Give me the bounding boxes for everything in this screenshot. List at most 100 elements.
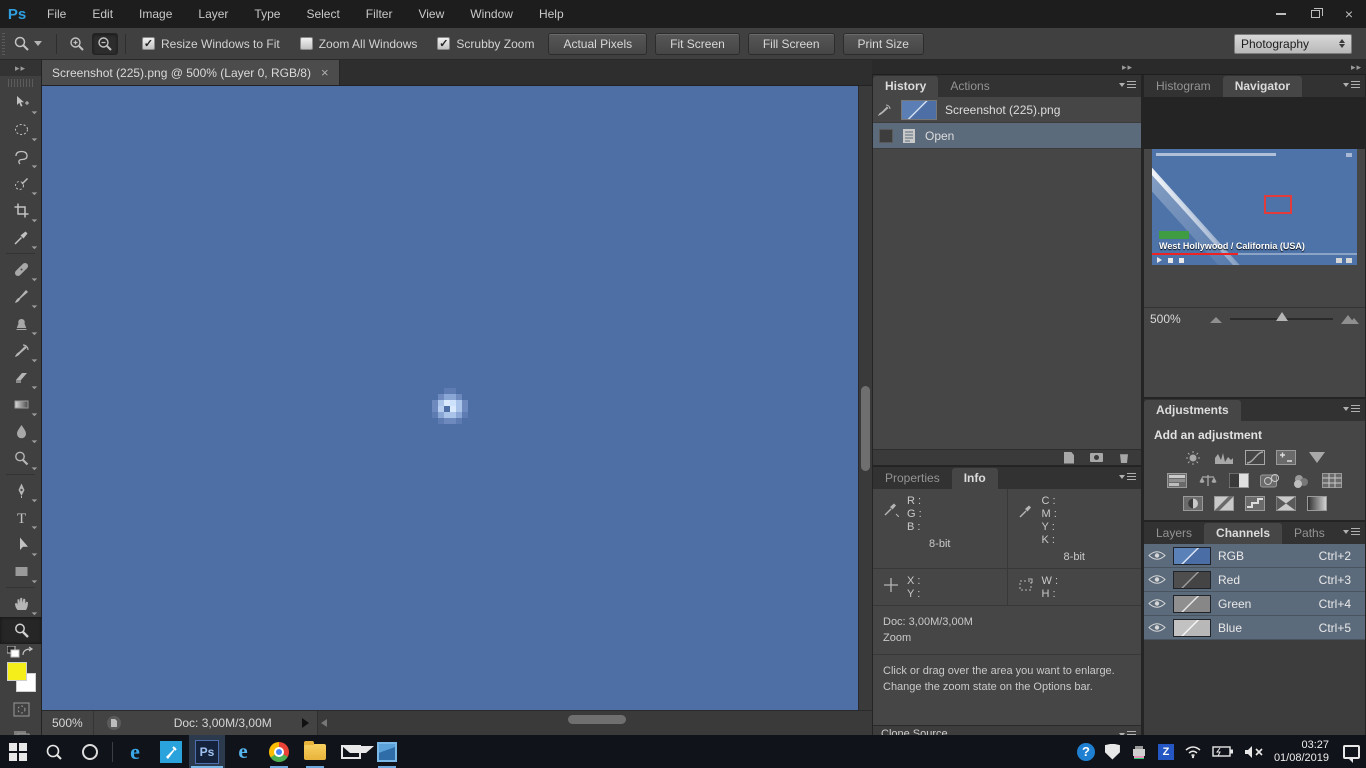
history-open-row[interactable]: Open xyxy=(873,123,1141,149)
navigator-preview[interactable]: West Hollywood / California (USA) xyxy=(1152,149,1357,265)
eraser-tool[interactable] xyxy=(0,364,42,391)
navigator-zoom-field[interactable]: 500% xyxy=(1150,312,1202,326)
blur-tool[interactable] xyxy=(0,418,42,445)
rectangle-tool[interactable] xyxy=(0,558,42,585)
volume-muted-icon[interactable] xyxy=(1244,745,1264,759)
tab-history[interactable]: History xyxy=(873,76,938,97)
invert-icon[interactable] xyxy=(1182,495,1204,512)
taskbar-photos[interactable] xyxy=(369,735,405,768)
channels-panel-menu[interactable] xyxy=(1343,528,1360,535)
tab-paths[interactable]: Paths xyxy=(1282,523,1337,544)
menu-select[interactable]: Select xyxy=(293,0,352,28)
history-panel-menu[interactable] xyxy=(1119,81,1136,88)
zoom-out-button[interactable] xyxy=(92,33,118,55)
menu-layer[interactable]: Layer xyxy=(185,0,241,28)
menu-filter[interactable]: Filter xyxy=(353,0,406,28)
move-tool[interactable] xyxy=(0,89,42,116)
document-tab[interactable]: Screenshot (225).png @ 500% (Layer 0, RG… xyxy=(42,60,340,85)
history-brush-tool[interactable] xyxy=(0,337,42,364)
menu-view[interactable]: View xyxy=(405,0,457,28)
start-button[interactable] xyxy=(0,735,36,768)
scroll-left-arrow[interactable] xyxy=(321,719,327,727)
tab-actions[interactable]: Actions xyxy=(938,76,1001,97)
horizontal-scrollbar[interactable] xyxy=(317,711,872,735)
zonealarm-icon[interactable]: Z xyxy=(1158,744,1174,760)
menu-type[interactable]: Type xyxy=(241,0,293,28)
levels-icon[interactable] xyxy=(1213,449,1235,466)
gradient-map-icon[interactable] xyxy=(1275,495,1297,512)
black-white-icon[interactable] xyxy=(1228,472,1250,489)
tab-histogram[interactable]: Histogram xyxy=(1144,76,1223,97)
zoom-tool[interactable] xyxy=(0,617,42,644)
pen-tool[interactable] xyxy=(0,477,42,504)
cmyk-eyedropper-icon[interactable] xyxy=(1018,503,1034,519)
fill-screen-button[interactable]: Fill Screen xyxy=(748,33,835,55)
zoom-all-windows-checkbox[interactable]: Zoom All Windows xyxy=(300,37,418,51)
brush-tool[interactable] xyxy=(0,283,42,310)
channel-row-blue[interactable]: Blue Ctrl+5 xyxy=(1144,616,1365,640)
taskbar-edge[interactable]: e xyxy=(117,735,153,768)
swap-colors-icon[interactable] xyxy=(21,646,34,658)
action-center-icon[interactable] xyxy=(1343,745,1360,759)
channel-mixer-icon[interactable] xyxy=(1290,472,1312,489)
vertical-scroll-thumb[interactable] xyxy=(861,386,870,471)
threshold-icon[interactable] xyxy=(1244,495,1266,512)
menu-window[interactable]: Window xyxy=(457,0,526,28)
zoom-in-button[interactable] xyxy=(64,33,90,55)
tab-layers[interactable]: Layers xyxy=(1144,523,1204,544)
delete-state-icon[interactable] xyxy=(1119,452,1129,463)
navigator-panel-menu[interactable] xyxy=(1343,81,1360,88)
taskbar-mail[interactable] xyxy=(333,735,369,768)
hand-tool[interactable] xyxy=(0,590,42,617)
tab-channels[interactable]: Channels xyxy=(1204,523,1282,544)
info-panel-menu[interactable] xyxy=(1119,473,1136,480)
channel-row-red[interactable]: Red Ctrl+3 xyxy=(1144,568,1365,592)
current-tool-zoom[interactable] xyxy=(5,35,50,53)
color-balance-icon[interactable] xyxy=(1197,472,1219,489)
quick-mask-button[interactable] xyxy=(0,696,42,723)
type-tool[interactable]: T xyxy=(0,504,42,531)
collapse-panels-left-button[interactable]: ▸▸ xyxy=(1122,62,1133,73)
tab-info[interactable]: Info xyxy=(952,468,998,489)
taskbar-clock[interactable]: 03:27 01/08/2019 xyxy=(1274,739,1329,765)
printer-icon[interactable] xyxy=(1130,744,1148,760)
history-source-checkbox[interactable] xyxy=(879,129,893,143)
visibility-eye-icon[interactable] xyxy=(1148,574,1166,585)
visibility-eye-icon[interactable] xyxy=(1148,550,1166,561)
menu-edit[interactable]: Edit xyxy=(79,0,126,28)
minimize-button[interactable] xyxy=(1264,0,1298,28)
collapse-panels-right-button[interactable]: ▸▸ xyxy=(1351,62,1362,73)
marquee-tool[interactable] xyxy=(0,116,42,143)
defender-shield-icon[interactable] xyxy=(1105,744,1120,760)
status-zoom-field[interactable]: 500% xyxy=(42,711,94,735)
exposure-icon[interactable] xyxy=(1275,449,1297,466)
taskbar-file-explorer[interactable] xyxy=(297,735,333,768)
tab-properties[interactable]: Properties xyxy=(873,468,952,489)
menu-image[interactable]: Image xyxy=(126,0,185,28)
cortana-button[interactable] xyxy=(72,735,108,768)
navigator-zoom-slider[interactable] xyxy=(1230,318,1333,320)
selective-color-icon[interactable] xyxy=(1306,495,1328,512)
history-snapshot-row[interactable]: Screenshot (225).png xyxy=(873,97,1141,123)
eyedropper-tool[interactable] xyxy=(0,224,42,251)
vertical-scrollbar[interactable] xyxy=(858,86,872,710)
taskbar-chrome[interactable] xyxy=(261,735,297,768)
battery-icon[interactable] xyxy=(1212,745,1234,758)
brightness-contrast-icon[interactable] xyxy=(1182,449,1204,466)
photo-filter-icon[interactable] xyxy=(1259,472,1281,489)
history-brush-source-icon[interactable] xyxy=(877,103,893,117)
close-button[interactable]: × xyxy=(1332,0,1366,28)
clone-stamp-tool[interactable] xyxy=(0,310,42,337)
taskbar-internet-explorer[interactable]: e xyxy=(225,735,261,768)
new-document-from-state-icon[interactable] xyxy=(1064,452,1074,464)
menu-help[interactable]: Help xyxy=(526,0,577,28)
new-snapshot-icon[interactable] xyxy=(1090,453,1103,462)
dodge-tool[interactable] xyxy=(0,445,42,472)
curves-icon[interactable] xyxy=(1244,449,1266,466)
print-size-button[interactable]: Print Size xyxy=(843,33,924,55)
wifi-icon[interactable] xyxy=(1184,745,1202,759)
quick-selection-tool[interactable] xyxy=(0,170,42,197)
rgb-eyedropper-icon[interactable] xyxy=(883,501,899,517)
posterize-icon[interactable] xyxy=(1213,495,1235,512)
scrubby-zoom-checkbox[interactable]: ✓ Scrubby Zoom xyxy=(437,37,534,51)
